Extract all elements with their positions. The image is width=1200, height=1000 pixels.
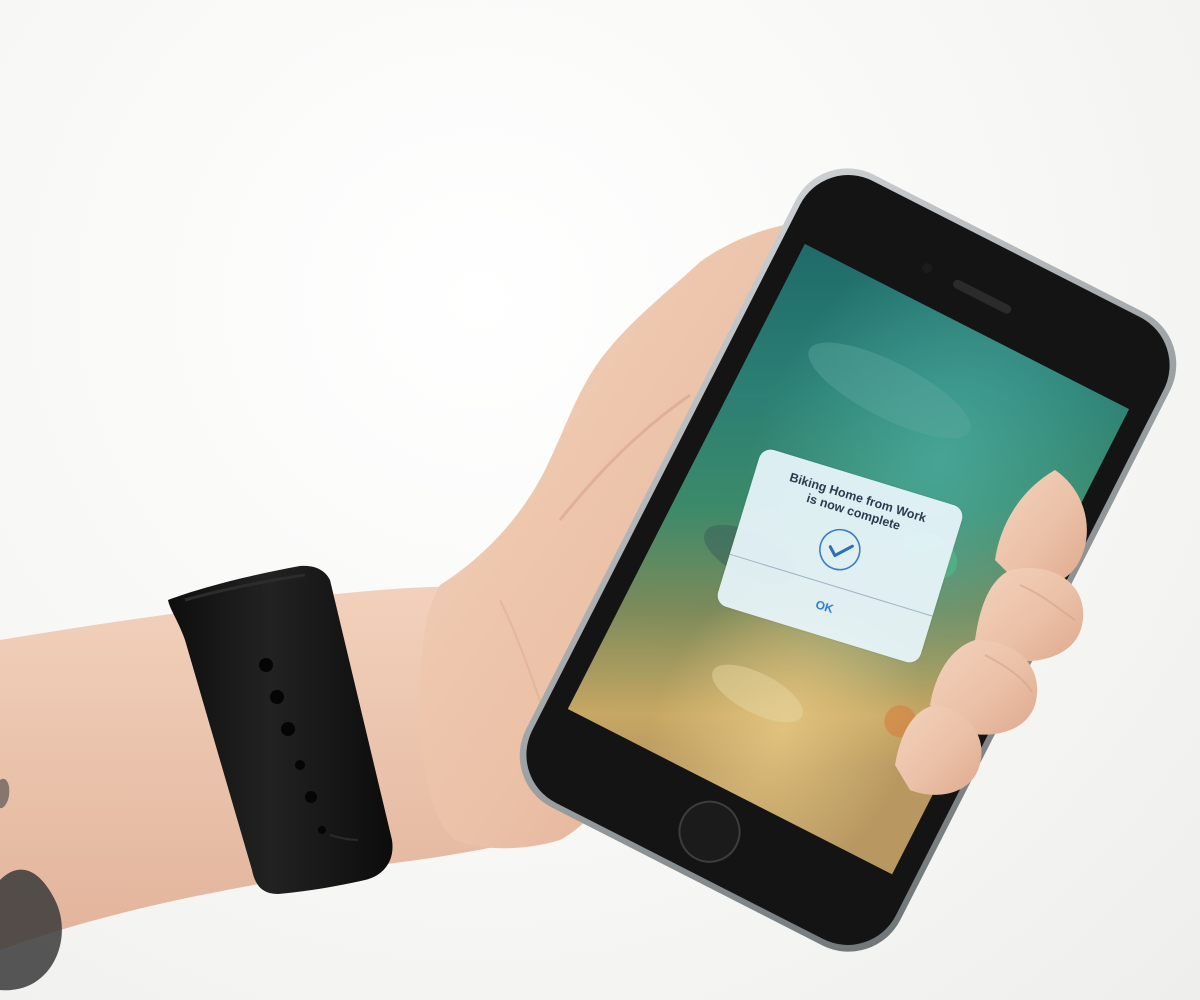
checkmark-circle-icon (812, 522, 867, 577)
photo-scene: Biking Home from Work is now complete OK (0, 0, 1200, 1000)
photo-illustration (0, 168, 1177, 991)
